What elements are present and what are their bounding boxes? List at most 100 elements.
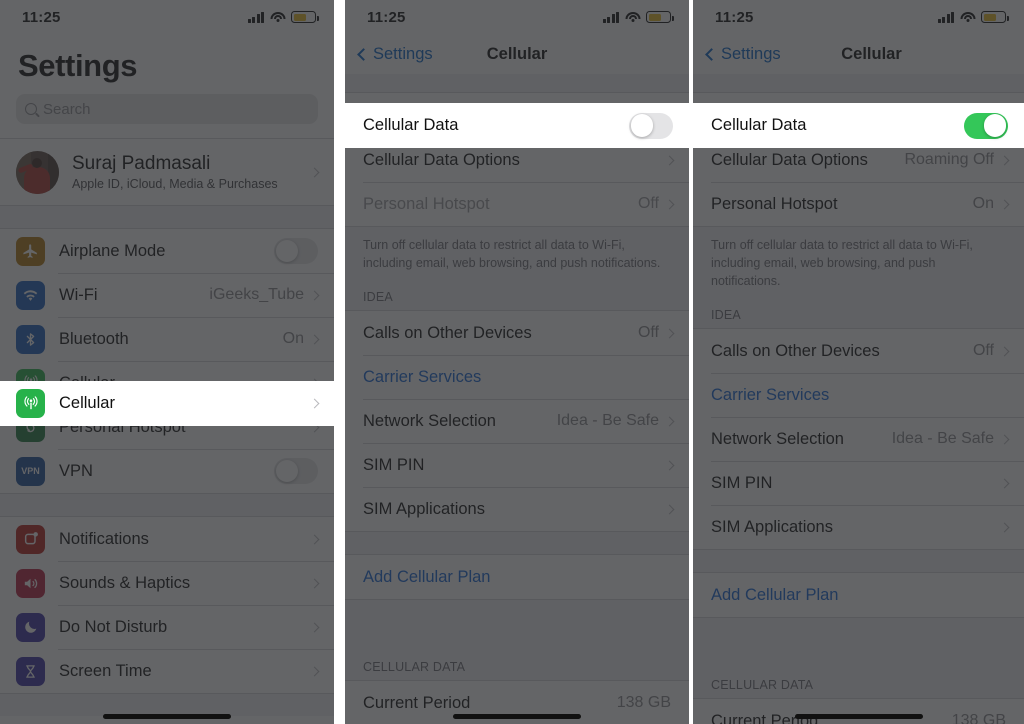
status-bar: 11:25 bbox=[693, 0, 1024, 34]
carrier-services-row[interactable]: Carrier Services bbox=[693, 373, 1024, 418]
group-spacer bbox=[0, 694, 334, 716]
back-label: Settings bbox=[721, 44, 781, 63]
avatar bbox=[16, 150, 59, 194]
highlight-cellular-data-row[interactable]: Cellular Data bbox=[693, 103, 1024, 148]
carrier-group: Calls on Other Devices Off Carrier Servi… bbox=[345, 310, 689, 533]
row-label: Add Cellular Plan bbox=[363, 567, 491, 586]
sidebar-item-screen-time[interactable]: Screen Time bbox=[0, 649, 334, 693]
notifications-icon bbox=[16, 524, 45, 554]
wifi-icon bbox=[625, 11, 640, 23]
sim-applications-row[interactable]: SIM Applications bbox=[693, 505, 1024, 550]
sim-pin-row[interactable]: SIM PIN bbox=[693, 461, 1024, 506]
cellular-bars-icon bbox=[247, 11, 264, 23]
group-spacer bbox=[0, 206, 334, 228]
group-spacer bbox=[345, 532, 689, 555]
three-panel-screenshot: 11:25 Settings Search Suraj Padmasali Ap… bbox=[0, 0, 1024, 724]
network-selection-row[interactable]: Network Selection Idea - Be Safe bbox=[345, 399, 689, 444]
status-indicators bbox=[602, 11, 674, 23]
status-time: 11:25 bbox=[367, 8, 406, 26]
cellular-data-section-header: CELLULAR DATA bbox=[363, 660, 466, 675]
sidebar-item-bluetooth[interactable]: Bluetooth On bbox=[0, 317, 334, 361]
cellular-data-row-highlighted[interactable]: Cellular Data bbox=[693, 103, 1024, 148]
row-value: 138 GB bbox=[616, 694, 671, 712]
group-spacer bbox=[345, 600, 689, 655]
panel1-screen: 11:25 Settings Search Suraj Padmasali Ap… bbox=[0, 0, 334, 724]
back-label: Settings bbox=[373, 44, 433, 63]
chevron-right-icon bbox=[999, 199, 1010, 209]
sidebar-item-notifications[interactable]: Notifications bbox=[0, 517, 334, 561]
chevron-right-icon bbox=[309, 398, 320, 409]
highlight-cellular-data-row[interactable]: Cellular Data bbox=[345, 103, 689, 148]
sidebar-item-label: Wi-Fi bbox=[59, 285, 98, 304]
add-cellular-plan-row[interactable]: Add Cellular Plan bbox=[693, 573, 1024, 618]
carrier-section-header: IDEA bbox=[363, 290, 393, 305]
chevron-right-icon bbox=[309, 167, 320, 177]
status-bar: 11:25 bbox=[345, 0, 689, 34]
chevron-right-icon bbox=[664, 416, 675, 427]
row-value: Off bbox=[972, 342, 994, 360]
cellular-data-label: Cellular Data bbox=[711, 116, 807, 134]
sidebar-item-do-not-disturb[interactable]: Do Not Disturb bbox=[0, 605, 334, 649]
phone-panel-cellular-off: 11:25 Settings Cellular Cellular Data Op… bbox=[345, 0, 689, 724]
home-indicator bbox=[453, 714, 581, 719]
calls-on-other-devices-row[interactable]: Calls on Other Devices Off bbox=[345, 311, 689, 356]
cellular-data-toggle[interactable] bbox=[964, 112, 1008, 139]
cellular-bars-icon bbox=[937, 11, 954, 23]
back-button[interactable]: Settings bbox=[693, 45, 781, 64]
moon-icon bbox=[16, 612, 45, 642]
sidebar-item-sounds-haptics[interactable]: Sounds & Haptics bbox=[0, 561, 334, 605]
sidebar-item-label: Airplane Mode bbox=[59, 241, 166, 260]
chevron-right-icon bbox=[664, 504, 675, 515]
current-period-row[interactable]: Current Period 138 GB bbox=[693, 699, 1024, 724]
status-time: 11:25 bbox=[22, 8, 61, 26]
row-value: On bbox=[972, 195, 994, 212]
cellular-data-label: Cellular Data bbox=[363, 116, 459, 134]
battery-icon bbox=[981, 11, 1009, 23]
bluetooth-value: On bbox=[282, 330, 304, 347]
vpn-toggle[interactable] bbox=[274, 458, 318, 484]
sidebar-item-label: Notifications bbox=[59, 529, 149, 548]
cellular-data-toggle[interactable] bbox=[629, 112, 673, 139]
sidebar-item-wifi[interactable]: Wi-Fi iGeeks_Tube bbox=[0, 273, 334, 317]
sidebar-item-vpn[interactable]: VPN VPN bbox=[0, 449, 334, 493]
cellular-data-row-highlighted[interactable]: Cellular Data bbox=[345, 103, 689, 148]
add-plan-group: Add Cellular Plan bbox=[693, 572, 1024, 619]
profile-subtitle: Apple ID, iCloud, Media & Purchases bbox=[72, 177, 278, 191]
wifi-icon bbox=[270, 11, 285, 23]
battery-icon bbox=[646, 11, 674, 23]
sidebar-item-cellular-highlighted[interactable]: Cellular bbox=[0, 381, 334, 426]
profile-row[interactable]: Suraj Padmasali Apple ID, iCloud, Media … bbox=[0, 139, 334, 205]
wifi-icon bbox=[960, 11, 975, 23]
panel1-content: Settings Search Suraj Padmasali Apple ID… bbox=[0, 34, 334, 716]
vpn-icon: VPN bbox=[16, 456, 45, 486]
carrier-services-row[interactable]: Carrier Services bbox=[345, 355, 689, 400]
highlight-cellular-row[interactable]: Cellular bbox=[0, 381, 334, 426]
row-label: Calls on Other Devices bbox=[711, 341, 880, 360]
sidebar-item-airplane-mode[interactable]: Airplane Mode bbox=[0, 229, 334, 273]
add-cellular-plan-row[interactable]: Add Cellular Plan bbox=[345, 555, 689, 600]
sim-applications-row[interactable]: SIM Applications bbox=[345, 487, 689, 532]
chevron-right-icon bbox=[999, 346, 1010, 357]
group-spacer bbox=[693, 550, 1024, 573]
sim-pin-row[interactable]: SIM PIN bbox=[345, 443, 689, 488]
hourglass-icon bbox=[16, 656, 45, 686]
row-value: Roaming Off bbox=[904, 151, 994, 168]
cellular-icon bbox=[16, 389, 45, 418]
sidebar-item-label: Cellular bbox=[59, 394, 115, 412]
chevron-right-icon bbox=[999, 155, 1010, 165]
search-input[interactable]: Search bbox=[16, 94, 318, 124]
back-button[interactable]: Settings bbox=[345, 45, 433, 64]
home-indicator bbox=[103, 714, 231, 719]
sidebar-item-label: Do Not Disturb bbox=[59, 617, 168, 636]
row-label: Cellular Data Options bbox=[363, 150, 520, 169]
wifi-icon bbox=[16, 280, 45, 310]
row-label: SIM Applications bbox=[711, 517, 833, 536]
search-placeholder: Search bbox=[43, 100, 91, 118]
carrier-group: Calls on Other Devices Off Carrier Servi… bbox=[693, 328, 1024, 551]
airplane-mode-toggle[interactable] bbox=[274, 238, 318, 264]
personal-hotspot-row[interactable]: Personal Hotspot Off bbox=[345, 182, 689, 226]
personal-hotspot-row[interactable]: Personal Hotspot On bbox=[693, 182, 1024, 226]
calls-on-other-devices-row[interactable]: Calls on Other Devices Off bbox=[693, 329, 1024, 374]
network-selection-row[interactable]: Network Selection Idea - Be Safe bbox=[693, 417, 1024, 462]
footer-wrap: Turn off cellular data to restrict all d… bbox=[693, 227, 1024, 329]
